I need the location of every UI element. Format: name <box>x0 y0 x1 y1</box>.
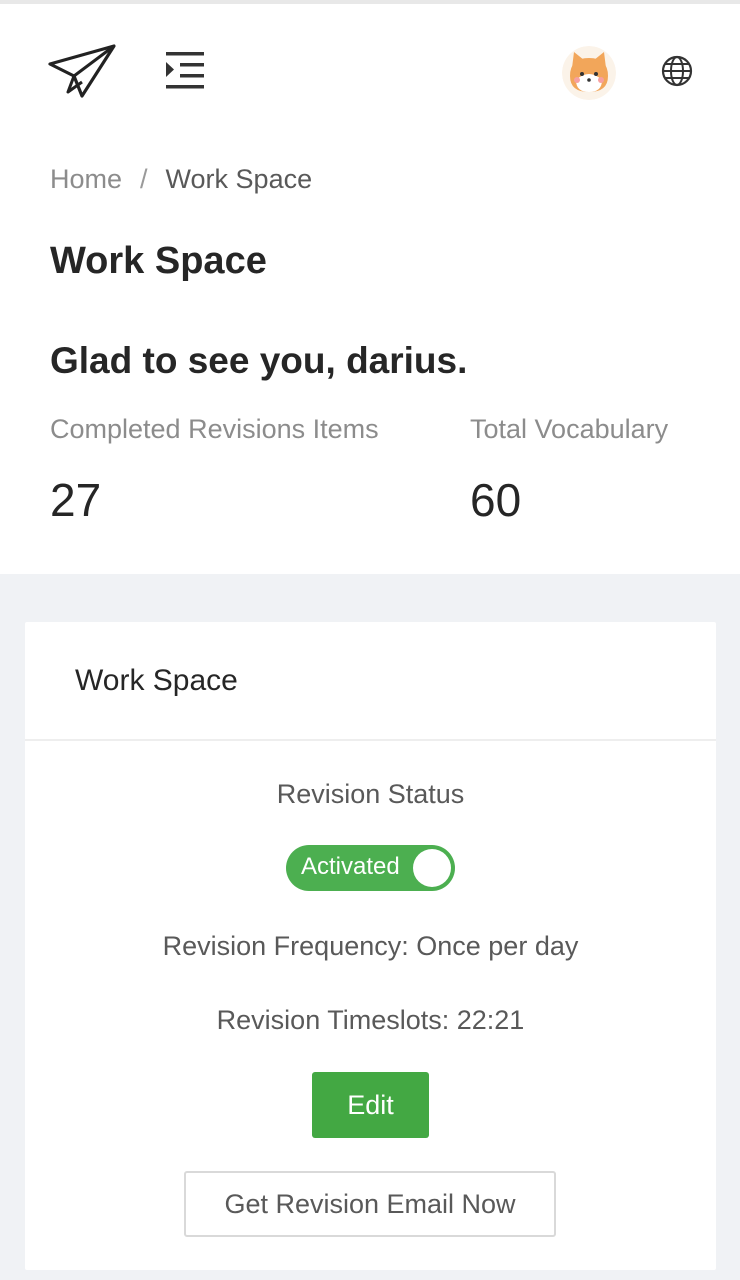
globe-icon[interactable] <box>660 54 694 88</box>
breadcrumb-separator: / <box>140 164 148 194</box>
edit-button[interactable]: Edit <box>312 1072 429 1138</box>
greeting-text: Glad to see you, darius. <box>50 340 468 381</box>
revision-frequency-text: Revision Frequency: Once per day <box>162 931 579 961</box>
get-revision-email-button[interactable]: Get Revision Email Now <box>184 1171 556 1237</box>
completed-revisions-value: 27 <box>50 474 102 526</box>
breadcrumb-current: Work Space <box>165 164 313 194</box>
revision-status-toggle[interactable]: Activated <box>286 845 455 891</box>
indent-menu-icon[interactable] <box>164 50 206 90</box>
breadcrumb-home[interactable]: Home <box>50 164 122 194</box>
user-avatar[interactable] <box>562 46 616 100</box>
total-vocabulary-value: 60 <box>470 474 522 526</box>
total-vocabulary-label: Total Vocabulary <box>470 414 669 444</box>
revision-status-label: Revision Status <box>276 779 465 809</box>
paper-plane-icon[interactable] <box>48 42 118 100</box>
revision-timeslots-text: Revision Timeslots: 22:21 <box>216 1005 525 1035</box>
toggle-text: Activated <box>301 853 400 880</box>
page-title: Work Space <box>50 240 267 282</box>
completed-revisions-label: Completed Revisions Items <box>50 414 379 444</box>
toggle-knob <box>413 849 451 887</box>
breadcrumb: Home / Work Space <box>50 164 312 195</box>
workspace-card: Work Space Revision Status Activated Rev… <box>25 622 716 1270</box>
completed-revisions-stat: Completed Revisions Items 27 <box>50 414 379 527</box>
total-vocabulary-stat: Total Vocabulary 60 <box>470 414 668 527</box>
top-navbar <box>0 0 740 134</box>
card-title: Work Space <box>25 622 716 741</box>
page-header: Home / Work Space Work Space Glad to see y… <box>0 134 740 574</box>
shiba-avatar <box>562 46 616 100</box>
